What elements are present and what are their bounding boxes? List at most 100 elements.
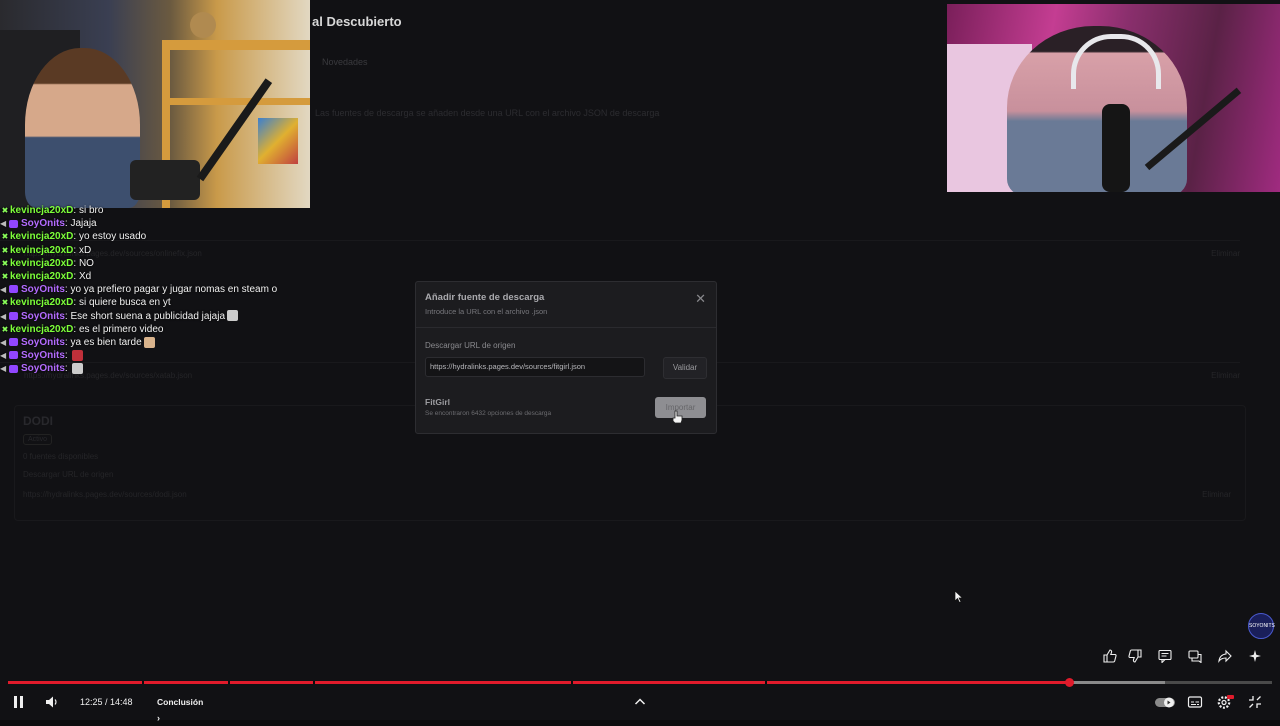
- volume-icon[interactable]: [44, 694, 60, 710]
- chat-username: kevincja20xD: [10, 270, 74, 282]
- chat-message: ✖ kevincja20xD: Xd: [0, 270, 320, 283]
- chat-text: yo ya prefiero pagar y jugar nomas en st…: [70, 284, 278, 296]
- validate-button[interactable]: Validar: [663, 357, 707, 379]
- chat-username: kevincja20xD: [10, 297, 74, 309]
- chat-username: SoyOnits: [21, 284, 65, 296]
- twitch-badge-icon: [9, 338, 18, 347]
- chapter-divider: [765, 681, 767, 684]
- delete-button[interactable]: Eliminar: [1211, 249, 1240, 258]
- like-icon[interactable]: [1101, 649, 1119, 667]
- chat-username: SoyOnits: [21, 218, 65, 230]
- subtitles-icon[interactable]: [1187, 694, 1203, 710]
- chevron-right-icon: ›: [157, 713, 160, 723]
- chapter-divider: [228, 681, 230, 684]
- twitch-badge-icon: [9, 285, 18, 294]
- close-icon[interactable]: ✕: [695, 291, 706, 307]
- chat-message: ◀ SoyOnits: yo ya prefiero pagar y jugar …: [0, 283, 320, 296]
- chat-username: kevincja20xD: [10, 244, 74, 256]
- app-description: Las fuentes de descarga se añaden desde …: [315, 108, 660, 118]
- chat-text: Jajaja: [70, 218, 97, 230]
- source-card-info: 0 fuentes disponibles: [23, 452, 99, 461]
- chat-username: kevincja20xD: [10, 323, 74, 335]
- globe: [190, 12, 216, 38]
- progress-played: [8, 681, 1070, 684]
- chat-username: kevincja20xD: [10, 205, 74, 216]
- chat-text: si quiere busca en yt: [78, 297, 171, 309]
- chat-message: ◀ SoyOnits: Jajaja: [0, 217, 320, 230]
- chat-text: xD: [78, 244, 92, 256]
- chat-separator: :: [64, 363, 71, 375]
- emote-icon: [143, 336, 155, 348]
- sword-icon: ✖: [1, 206, 9, 215]
- modal-header: Añadir fuente de descarga Introduce la U…: [416, 282, 716, 328]
- comments-icon[interactable]: [1156, 649, 1174, 667]
- twitch-badge-icon: [9, 364, 18, 373]
- chat-text: ya es bien tarde: [70, 336, 142, 348]
- emote-icon: [72, 349, 84, 361]
- webcam-left: [0, 0, 310, 208]
- chat-separator: :: [64, 350, 71, 362]
- chat-message: ✖ kevincja20xD: xD: [0, 244, 320, 257]
- chapter-title[interactable]: Conclusión ›: [157, 694, 207, 723]
- mute-icon: ◀: [0, 364, 7, 374]
- mute-icon: ◀: [0, 285, 7, 295]
- chat-text: si bro: [78, 205, 104, 216]
- twitch-badge-icon: [9, 311, 18, 320]
- twitch-badge-icon: [9, 219, 18, 228]
- mute-icon: ◀: [0, 311, 7, 321]
- progress-bar[interactable]: [8, 678, 1272, 687]
- book-box: [258, 118, 298, 164]
- mute-icon: ◀: [0, 219, 7, 229]
- chat-username: SoyOnits: [21, 363, 65, 375]
- sword-icon: ✖: [1, 324, 9, 334]
- source-card-url-label: Descargar URL de origen: [23, 470, 114, 479]
- chat-message: ◀ SoyOnits:: [0, 362, 320, 375]
- dislike-icon[interactable]: [1126, 649, 1144, 667]
- chat-overlay: ✖ kevincja20xD: si bro ◀ SoyOnits: Jajaja ✖ k…: [0, 204, 320, 375]
- person-left: [25, 48, 140, 208]
- microphone: [1102, 104, 1130, 192]
- emote-icon: [72, 363, 84, 375]
- chevron-up-icon[interactable]: [632, 694, 648, 710]
- url-input[interactable]: https://hydralinks.pages.dev/sources/fit…: [425, 357, 645, 377]
- fullscreen-exit-icon[interactable]: [1247, 694, 1263, 710]
- emote-icon: [227, 310, 239, 322]
- chat-message: ◀ SoyOnits: Ese short suena a publicidad …: [0, 310, 320, 323]
- pointer-cursor-icon: [954, 590, 964, 603]
- chat-username: kevincja20xD: [10, 231, 74, 243]
- source-card-name: DODI: [23, 414, 53, 428]
- chapter-label: Conclusión: [157, 697, 204, 707]
- hand-cursor-icon: [672, 410, 683, 424]
- url-label: Descargar URL de origen: [425, 341, 516, 350]
- tab-novedades[interactable]: Novedades: [322, 57, 368, 67]
- chat-text: yo estoy usado: [78, 231, 147, 243]
- chat-username: SoyOnits: [21, 310, 65, 322]
- chat-text: Xd: [78, 270, 92, 282]
- twitch-badge-icon: [9, 351, 18, 360]
- pause-icon[interactable]: [12, 694, 28, 710]
- source-name: FitGirl: [425, 397, 451, 407]
- shelf: [162, 98, 310, 105]
- chat-message: ◀ SoyOnits:: [0, 349, 320, 362]
- chat-message: ✖ kevincja20xD: si bro: [0, 204, 320, 217]
- chat-username: kevincja20xD: [10, 257, 74, 269]
- chat-username: SoyOnits: [21, 336, 65, 348]
- delete-button[interactable]: Eliminar: [1211, 371, 1240, 380]
- channel-watermark[interactable]: SOYONITS: [1248, 613, 1275, 639]
- autoplay-toggle-icon[interactable]: [1154, 694, 1176, 710]
- chat-username: SoyOnits: [21, 350, 65, 362]
- settings-icon[interactable]: [1216, 694, 1234, 710]
- chat-message: ✖ kevincja20xD: yo estoy usado: [0, 230, 320, 243]
- sword-icon: ✖: [1, 298, 9, 308]
- chat-message: ✖ kevincja20xD: NO: [0, 257, 320, 270]
- microphone: [130, 160, 200, 200]
- mute-icon: ◀: [0, 337, 7, 347]
- chat-text: Ese short suena a publicidad jajaja: [70, 310, 226, 322]
- chat-text: es el primero video: [78, 323, 164, 335]
- share-icon[interactable]: [1216, 649, 1234, 667]
- sparkle-icon[interactable]: [1246, 649, 1264, 667]
- sword-icon: ✖: [1, 271, 9, 281]
- chat-icon[interactable]: [1186, 649, 1204, 667]
- delete-button[interactable]: Eliminar: [1202, 490, 1231, 499]
- webcam-right: [947, 4, 1280, 192]
